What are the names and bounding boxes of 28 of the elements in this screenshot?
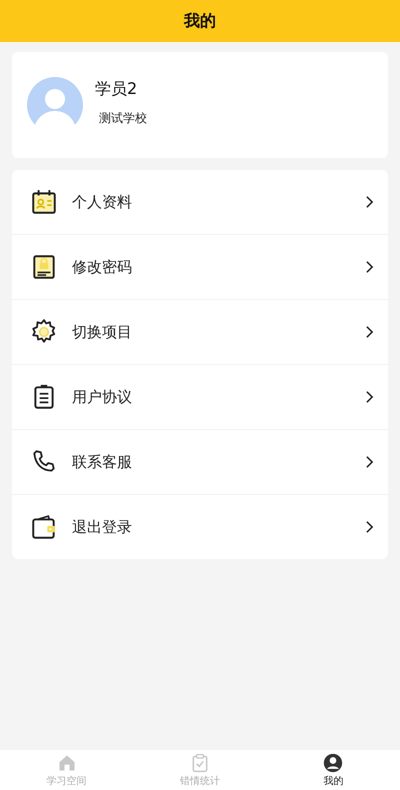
user-name: 学员2 (95, 79, 138, 100)
chevron-right-icon (365, 520, 374, 534)
chevron-right-icon (365, 325, 374, 339)
page-title: 我的 (184, 10, 216, 32)
calendar-card-icon (30, 188, 58, 216)
menu-item[interactable]: 切换项目 (12, 300, 388, 365)
clipboard-check-icon (190, 752, 210, 772)
menu-item[interactable]: 退出登录 (12, 495, 388, 559)
menu-label: 切换项目 (72, 322, 133, 342)
user-icon (323, 752, 344, 772)
school-name: 测试学校 (99, 110, 147, 127)
wallet-icon (30, 513, 58, 541)
menu-item[interactable]: 用户协议 (12, 365, 388, 430)
chevron-right-icon (365, 260, 374, 274)
menu-label: 修改密码 (72, 258, 133, 276)
menu-label: 联系客服 (72, 452, 133, 472)
chevron-right-icon (365, 390, 374, 404)
chevron-right-icon (365, 455, 374, 469)
menu-item[interactable]: 修改密码 (12, 235, 388, 300)
avatar-icon (27, 77, 83, 133)
menu-label: 个人资料 (72, 192, 133, 212)
tab[interactable]: 我的 (266, 750, 400, 790)
menu-label: 用户协议 (72, 388, 133, 406)
chevron-right-icon (365, 195, 374, 209)
menu-item[interactable]: 联系客服 (12, 430, 388, 495)
menu-item[interactable]: 个人资料 (12, 170, 388, 235)
menu-label: 退出登录 (72, 518, 133, 536)
home-icon (56, 752, 77, 772)
